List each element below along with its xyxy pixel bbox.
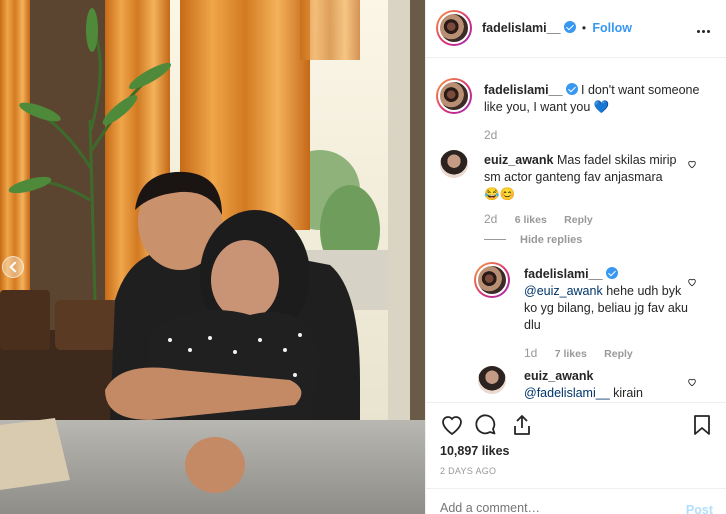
hide-replies-label: Hide replies	[520, 234, 583, 246]
reply-reply-button[interactable]: Reply	[604, 348, 633, 360]
comment-username[interactable]: euiz_awank	[484, 153, 553, 167]
comments-list[interactable]: fadelislami__ I don't want someone like …	[426, 58, 726, 402]
avatar[interactable]	[478, 366, 506, 394]
reply-text: kirain	[613, 386, 644, 400]
comment: euiz_awank Mas fadel skilas mirip sm act…	[484, 152, 684, 203]
comment-emoji: 😂😊	[484, 187, 516, 201]
reply-like-heart-icon[interactable]	[687, 377, 697, 387]
reply-username[interactable]: fadelislami__	[524, 267, 603, 281]
comment-likes[interactable]: 6 likes	[515, 214, 547, 226]
reply-age: 1d	[524, 346, 538, 360]
reply-likes[interactable]: 7 likes	[555, 348, 587, 360]
more-options-icon[interactable]	[697, 22, 713, 33]
comment-reply-button[interactable]: Reply	[564, 214, 593, 226]
avatar[interactable]	[474, 262, 510, 298]
caption-age: 2d	[484, 128, 498, 142]
separator-dot: •	[581, 21, 587, 35]
photo-illustration	[0, 0, 425, 514]
avatar[interactable]	[436, 10, 472, 46]
caption-emoji: 💙	[593, 100, 610, 114]
comment-icon[interactable]	[474, 413, 498, 437]
add-comment-input[interactable]	[440, 501, 660, 514]
reply-mention[interactable]: @euiz_awank	[524, 284, 603, 298]
post-header: fadelislami__ • Follow	[426, 0, 726, 58]
avatar[interactable]	[440, 150, 468, 178]
heart-icon[interactable]	[440, 413, 464, 437]
post-photo	[0, 0, 425, 514]
reply: euiz_awank @fadelislami__ kirain	[524, 368, 689, 402]
reply-username[interactable]: euiz_awank	[524, 369, 593, 383]
comment-meta: 2d 6 likes Reply	[484, 212, 593, 226]
post-comment-button[interactable]: Post	[686, 503, 713, 514]
avatar[interactable]	[436, 78, 472, 114]
caption-username[interactable]: fadelislami__	[484, 83, 563, 97]
likes-count[interactable]: 10,897 likes	[440, 444, 510, 458]
verified-badge-icon	[563, 21, 576, 33]
comment-age: 2d	[484, 212, 498, 226]
reply-like-heart-icon[interactable]	[687, 277, 697, 287]
reply-mention[interactable]: @fadelislami__	[524, 386, 610, 400]
reply-meta: 1d 7 likes Reply	[524, 346, 633, 360]
carousel-prev-button[interactable]	[2, 256, 24, 278]
post-timestamp: 2 DAYS AGO	[440, 466, 497, 476]
share-icon[interactable]	[510, 413, 534, 437]
caption: fadelislami__ I don't want someone like …	[484, 82, 714, 116]
follow-button[interactable]: Follow	[592, 21, 632, 35]
comment-like-heart-icon[interactable]	[687, 159, 697, 169]
post-side-panel: fadelislami__ • Follow fadelislami__ I d…	[425, 0, 726, 514]
comment-composer: Post	[426, 488, 726, 514]
verified-badge-icon	[605, 267, 618, 279]
reply: fadelislami__ @euiz_awank hehe udh byk k…	[524, 266, 689, 334]
bookmark-icon[interactable]	[690, 413, 714, 437]
author-username[interactable]: fadelislami__	[482, 21, 561, 35]
verified-badge-icon	[565, 83, 578, 95]
hide-replies-button[interactable]: Hide replies	[484, 234, 582, 246]
